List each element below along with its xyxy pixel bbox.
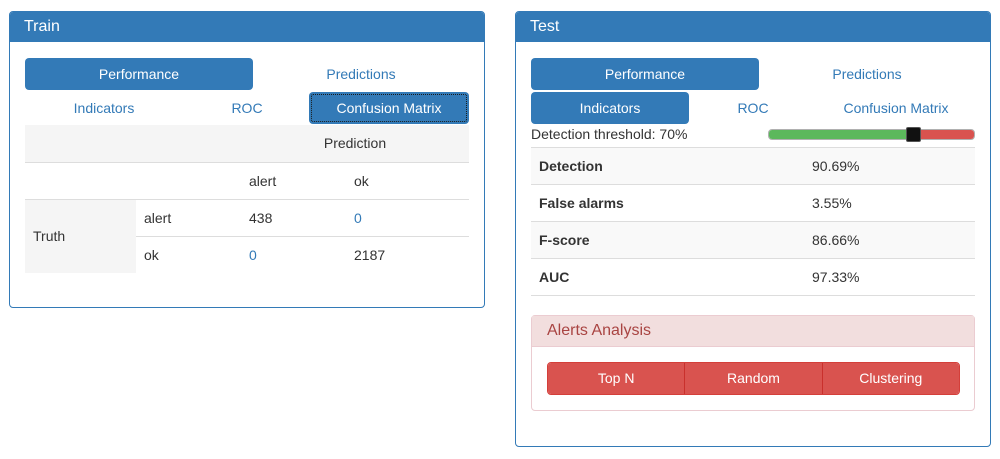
cm-corner	[25, 125, 136, 162]
top-n-button[interactable]: Top N	[548, 363, 686, 394]
clustering-button[interactable]: Clustering	[822, 363, 959, 394]
cm-empty	[25, 161, 136, 199]
test-tab-performance[interactable]: Performance	[531, 58, 759, 90]
threshold-red-track	[912, 130, 974, 139]
metric-value: 86.66%	[804, 221, 975, 259]
train-tab-predictions[interactable]: Predictions	[247, 58, 475, 90]
metric-row: Detection 90.69%	[531, 147, 975, 185]
threshold-label: Detection threshold: 70%	[531, 126, 688, 142]
test-panel-title: Test	[516, 12, 990, 42]
alerts-button-group: Top N Random Clustering	[547, 362, 960, 395]
metric-value: 3.55%	[804, 184, 975, 222]
metric-row: AUC 97.33%	[531, 258, 975, 296]
train-subtab-indicators[interactable]: Indicators	[25, 92, 183, 124]
metric-value: 90.69%	[804, 147, 975, 185]
random-button[interactable]: Random	[685, 363, 823, 394]
metric-label: False alarms	[531, 184, 804, 222]
alerts-analysis-title: Alerts Analysis	[532, 316, 974, 347]
cm-ok-alert-value[interactable]: 0	[241, 235, 346, 273]
metric-label: Detection	[531, 147, 804, 185]
metric-row: F-score 86.66%	[531, 221, 975, 259]
train-subtab-confusion-matrix[interactable]: Confusion Matrix	[309, 92, 469, 124]
cm-prediction-header: Prediction	[241, 125, 469, 162]
cm-corner	[136, 125, 241, 162]
metric-label: AUC	[531, 258, 804, 296]
cm-empty	[136, 161, 241, 199]
alerts-analysis-panel: Alerts Analysis Top N Random Clustering	[531, 315, 975, 411]
cm-truth-label: Truth	[25, 198, 136, 273]
train-subtab-roc[interactable]: ROC	[168, 92, 326, 124]
metrics-table: Detection 90.69% False alarms 3.55% F-sc…	[531, 147, 975, 296]
metric-row: False alarms 3.55%	[531, 184, 975, 222]
test-subtab-roc[interactable]: ROC	[674, 92, 832, 124]
cm-alert-ok-value[interactable]: 0	[346, 198, 469, 236]
threshold-slider[interactable]	[768, 129, 975, 140]
test-panel: Test Performance Predictions Indicators …	[515, 11, 991, 447]
cm-row-ok: ok	[136, 235, 241, 273]
test-subtab-indicators[interactable]: Indicators	[531, 92, 689, 124]
cm-alert-alert-value: 438	[241, 198, 346, 236]
train-panel-title: Train	[10, 12, 484, 42]
cm-col-alert: alert	[241, 161, 346, 199]
confusion-matrix-table: Prediction alert ok Truth alert 438 0 ok…	[25, 125, 469, 273]
metric-value: 97.33%	[804, 258, 975, 296]
metric-label: F-score	[531, 221, 804, 259]
cm-ok-ok-value: 2187	[346, 235, 469, 273]
train-panel: Train Performance Predictions Indicators…	[9, 11, 485, 308]
test-tab-predictions[interactable]: Predictions	[753, 58, 981, 90]
threshold-green-track	[769, 130, 914, 139]
cm-row-alert: alert	[136, 198, 241, 236]
threshold-slider-handle[interactable]	[906, 127, 921, 142]
test-subtab-confusion-matrix[interactable]: Confusion Matrix	[817, 92, 975, 124]
train-tab-performance[interactable]: Performance	[25, 58, 253, 90]
cm-col-ok: ok	[346, 161, 469, 199]
